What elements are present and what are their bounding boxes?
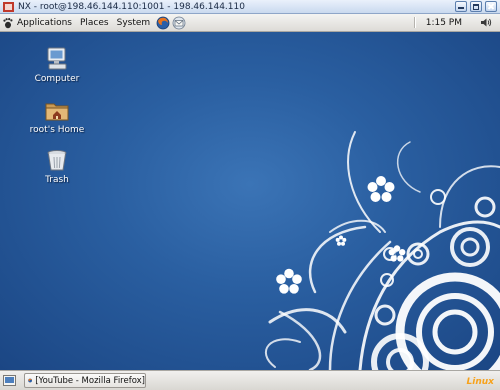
desktop-icon-computer[interactable]: Computer: [27, 46, 87, 84]
bottom-panel: [YouTube - Mozilla Firefox] Linux: [0, 370, 500, 390]
applications-menu-label: Applications: [17, 17, 72, 28]
gnome-foot-icon: [3, 17, 13, 28]
window-title: NX - root@198.46.144.110:1001 - 198.46.1…: [18, 1, 245, 12]
desktop-icon-label: root's Home: [29, 125, 85, 135]
volume-icon[interactable]: [479, 16, 492, 29]
taskbar-button-firefox[interactable]: [YouTube - Mozilla Firefox]: [24, 373, 146, 388]
clock[interactable]: 1:15 PM: [426, 14, 462, 31]
minimize-button[interactable]: [455, 1, 467, 12]
places-menu[interactable]: Places: [76, 14, 113, 31]
taskbar-button-label: [YouTube - Mozilla Firefox]: [35, 375, 145, 386]
computer-icon: [47, 47, 67, 70]
system-menu[interactable]: System: [113, 14, 155, 31]
watermark: Linux: [466, 377, 494, 387]
desktop-icon-trash[interactable]: Trash: [27, 147, 87, 185]
applications-menu[interactable]: Applications: [0, 14, 76, 31]
desktop[interactable]: Computer root's Home Trash: [0, 32, 500, 370]
system-menu-label: System: [116, 17, 151, 28]
places-menu-label: Places: [79, 17, 109, 28]
top-panel: Applications Places System 1:15 PM: [0, 14, 500, 32]
desktop-icon-label: Trash: [45, 175, 69, 185]
trash-icon: [47, 150, 67, 171]
desktop-icon-home[interactable]: root's Home: [27, 97, 87, 135]
firefox-icon: [28, 378, 33, 383]
mail-launcher-icon[interactable]: [172, 16, 186, 30]
home-folder-icon: [45, 103, 69, 121]
firefox-launcher-icon[interactable]: [156, 16, 170, 30]
close-button[interactable]: [485, 1, 497, 12]
desktop-icon-label: Computer: [34, 74, 80, 84]
panel-separator: [414, 17, 416, 28]
window-titlebar[interactable]: NX - root@198.46.144.110:1001 - 198.46.1…: [0, 0, 500, 14]
maximize-button[interactable]: [470, 1, 482, 12]
show-desktop-icon[interactable]: [3, 374, 16, 387]
nx-app-icon: [3, 1, 14, 12]
